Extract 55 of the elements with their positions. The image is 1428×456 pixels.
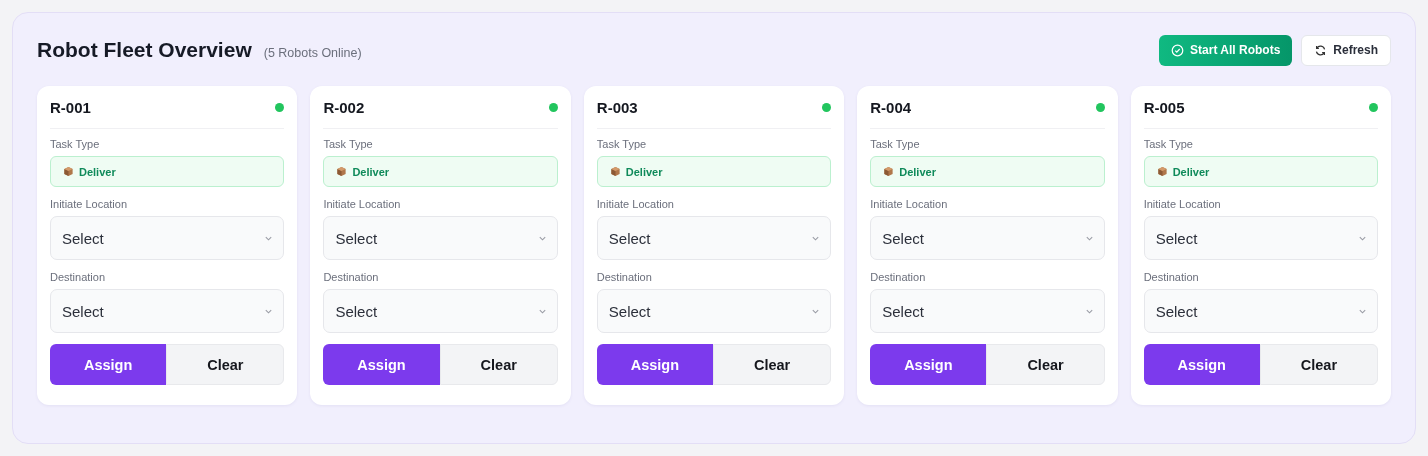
- assign-button[interactable]: Assign: [596, 344, 713, 385]
- select-dropdown[interactable]: Select: [323, 289, 558, 333]
- field-label: Task Type: [1143, 138, 1194, 150]
- assign-button[interactable]: Assign: [870, 344, 987, 385]
- task-chip: Deliver: [870, 156, 1105, 187]
- select-dropdown[interactable]: Select: [870, 216, 1105, 260]
- field-label: Initiate Location: [1143, 198, 1222, 210]
- select-dropdown[interactable]: Select: [596, 289, 832, 333]
- task-chip: Deliver: [1143, 156, 1379, 187]
- field-label: Task Type: [323, 138, 374, 150]
- field-label: Destination: [870, 271, 927, 283]
- robot-id: R-005: [1143, 98, 1185, 116]
- package-icon: [63, 166, 74, 177]
- field-label: Initiate Location: [596, 198, 675, 210]
- assign-button[interactable]: Assign: [50, 344, 167, 385]
- field-label: Destination: [596, 271, 653, 283]
- field-label: Task Type: [870, 138, 921, 150]
- field-label: Destination: [323, 271, 380, 283]
- clear-button[interactable]: Clear: [166, 344, 285, 385]
- select-dropdown[interactable]: Select: [870, 289, 1105, 333]
- task-chip: Deliver: [596, 156, 832, 187]
- select-dropdown[interactable]: Select: [50, 216, 285, 260]
- select-dropdown[interactable]: Select: [1143, 289, 1379, 333]
- robot-id: R-002: [323, 98, 365, 116]
- field-label: Task Type: [50, 138, 101, 150]
- field-label: Task Type: [596, 138, 648, 150]
- clear-button[interactable]: Clear: [986, 344, 1105, 385]
- check-circle-icon: [1171, 43, 1185, 57]
- field-label: Initiate Location: [50, 198, 129, 210]
- page-title: Robot Fleet Overview: [37, 38, 252, 62]
- robot-id: R-003: [596, 98, 638, 116]
- task-chip: Deliver: [323, 156, 558, 187]
- robot-id: R-001: [50, 98, 91, 116]
- task-chip: Deliver: [50, 156, 285, 187]
- assign-button[interactable]: Assign: [1143, 344, 1260, 385]
- clear-button[interactable]: Clear: [1259, 344, 1379, 385]
- package-icon: [609, 166, 621, 177]
- refresh-button[interactable]: Refresh: [1301, 34, 1391, 66]
- assign-button[interactable]: Assign: [323, 344, 440, 385]
- refresh-icon: [1314, 43, 1328, 57]
- field-label: Destination: [50, 271, 107, 283]
- online-count: (5 Robots Online): [263, 46, 362, 60]
- field-label: Initiate Location: [323, 198, 402, 210]
- package-icon: [336, 166, 348, 177]
- package-icon: [883, 166, 895, 177]
- field-label: Initiate Location: [870, 198, 949, 210]
- select-dropdown[interactable]: Select: [50, 289, 285, 333]
- clear-button[interactable]: Clear: [713, 344, 832, 385]
- select-dropdown[interactable]: Select: [1143, 216, 1379, 260]
- package-icon: [1156, 166, 1168, 177]
- clear-button[interactable]: Clear: [439, 344, 558, 385]
- select-dropdown[interactable]: Select: [323, 216, 558, 260]
- field-label: Destination: [1143, 271, 1200, 283]
- select-dropdown[interactable]: Select: [596, 216, 832, 260]
- robot-id: R-004: [870, 98, 912, 116]
